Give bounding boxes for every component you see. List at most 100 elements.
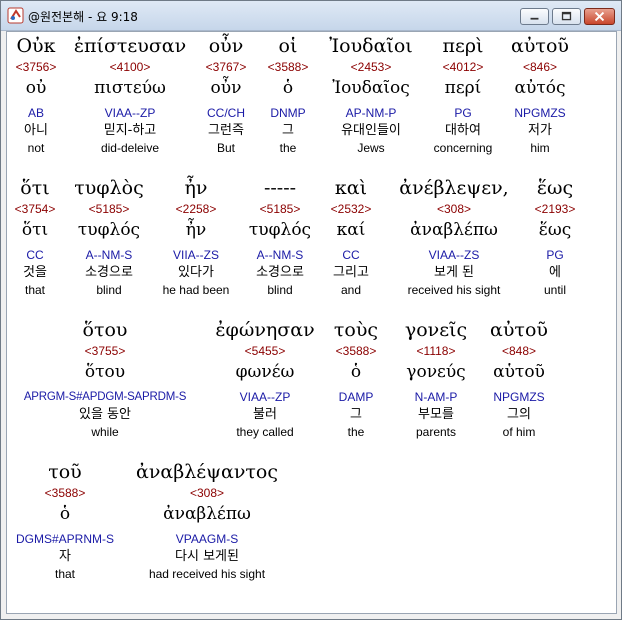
word-cell[interactable]: Οὐκ <3756> οὐ AB 아니 not (7, 32, 65, 156)
greek-word: οὖν (208, 35, 244, 57)
english-gloss: blind (96, 283, 122, 297)
parsing-code: NPGMZS (493, 390, 545, 404)
close-icon (594, 11, 605, 22)
korean-gloss: 믿지-하고 (103, 123, 157, 138)
parsing-code: DAMP (338, 390, 374, 404)
word-cell[interactable]: τυφλὸς <5185> τυφλός A--NM-S 소경으로 blind (63, 174, 155, 298)
word-cell[interactable]: αὐτοῦ <846> αὐτός NPGMZS 저가 him (503, 32, 577, 156)
word-cell[interactable]: ἀναβλέψαντος <308> ἀναβλέπω VPAAGM-S 다시 … (127, 458, 287, 582)
parsing-code: CC/CH (207, 106, 245, 120)
lemma-word: ἀναβλέπω (163, 504, 251, 524)
lemma-word: γονεύς (406, 362, 466, 382)
korean-gloss: 부모를 (418, 407, 454, 422)
minimize-button[interactable] (520, 8, 549, 25)
english-gloss: Jews (357, 141, 385, 155)
word-cell[interactable]: ἐφώνησαν <5455> φωνέω VIAA--ZP 불러 they c… (207, 316, 323, 440)
word-cell[interactable]: ὅτι <3754> ὅτι CC 것을 that (7, 174, 63, 298)
parsing-code: VIAA--ZP (239, 390, 291, 404)
greek-word: ὅτου (82, 319, 128, 341)
greek-word: τυφλὸς (74, 177, 144, 199)
greek-word: ὅτι (20, 177, 50, 199)
english-gloss: him (530, 141, 550, 155)
word-cell[interactable]: ἦν <2258> ἦν VIIA--ZS 있다가 he had been (155, 174, 237, 298)
strong-number: <3767> (205, 60, 247, 74)
english-gloss: blind (267, 283, 293, 297)
maximize-button[interactable] (552, 8, 581, 25)
english-gloss: parents (415, 425, 457, 439)
lemma-word: περί (444, 78, 482, 98)
english-gloss: and (340, 283, 362, 297)
english-gloss: not (27, 141, 45, 155)
parsing-code: N-AM-P (414, 390, 458, 404)
strong-number: <308> (189, 486, 225, 500)
greek-word: γονεῖς (404, 319, 468, 341)
greek-word: τοῦ (48, 461, 82, 483)
word-cell[interactable]: ----- <5185> τυφλός A--NM-S 소경으로 blind (237, 174, 323, 298)
korean-gloss: 에 (549, 265, 561, 280)
close-button[interactable] (584, 8, 615, 25)
interlinear-view[interactable]: Οὐκ <3756> οὐ AB 아니 not ἐπίστευσαν <4100… (6, 31, 617, 614)
word-cell[interactable]: περὶ <4012> περί PG 대하여 concerning (423, 32, 503, 156)
parsing-code: PG (454, 106, 472, 120)
parsing-code: VIIA--ZS (172, 248, 219, 262)
parsing-code: CC (26, 248, 44, 262)
korean-gloss: 그리고 (333, 265, 369, 280)
word-cell[interactable]: Ἰουδαῖοι <2453> Ἰουδαῖος AP-NM-P 유대인들이 J… (319, 32, 423, 156)
word-cell[interactable]: οἱ <3588> ὁ DNMP 그 the (257, 32, 319, 156)
word-cell[interactable]: τοὺς <3588> ὁ DAMP 그 the (323, 316, 389, 440)
word-cell[interactable]: αὐτοῦ <848> αὑτοῦ NPGMZS 그의 of him (483, 316, 555, 440)
strong-number: <3588> (44, 486, 86, 500)
lemma-word: Ἰουδαῖος (332, 78, 410, 98)
korean-gloss: 소경으로 (256, 265, 304, 280)
word-cell[interactable]: τοῦ <3588> ὁ DGMS#APRNM-S 자 that (7, 458, 123, 582)
lemma-word: ὅτι (21, 220, 49, 240)
lemma-word: τυφλός (77, 220, 141, 240)
word-cell[interactable]: γονεῖς <1118> γονεύς N-AM-P 부모를 parents (389, 316, 483, 440)
app-window: @원전본해 - 요 9:18 Οὐκ <3756> οὐ AB 아니 not ἐ… (0, 0, 622, 620)
korean-gloss: 있다가 (178, 265, 214, 280)
korean-gloss: 대하여 (445, 123, 481, 138)
greek-word: ἀνέβλεψεν, (399, 177, 509, 199)
parsing-code: AP-NM-P (345, 106, 397, 120)
word-cell[interactable]: ἀνέβλεψεν, <308> ἀναβλέπω VIAA--ZS 보게 된 … (379, 174, 529, 298)
lemma-word: ἀναβλέπω (410, 220, 498, 240)
lemma-word: πιστεύω (94, 78, 166, 98)
lemma-word: ὅτου (84, 362, 126, 382)
lemma-word: φωνέω (235, 362, 295, 382)
greek-word: περὶ (442, 35, 484, 57)
maximize-icon (561, 11, 572, 21)
strong-number: <5455> (244, 344, 286, 358)
lemma-word: ἦν (185, 220, 207, 240)
parsing-code: AB (27, 106, 44, 120)
korean-gloss: 저가 (528, 123, 552, 138)
korean-gloss: 그 (350, 407, 362, 422)
lemma-word: ὁ (350, 362, 362, 382)
english-gloss: while (91, 425, 119, 439)
parsing-code: A--NM-S (256, 248, 304, 262)
strong-number: <3756> (15, 60, 57, 74)
word-cell[interactable]: οὖν <3767> οὖν CC/CH 그런즉 But (195, 32, 257, 156)
greek-word: αὐτοῦ (511, 35, 569, 57)
lemma-word: αὐτός (514, 78, 566, 98)
greek-word: τοὺς (333, 319, 379, 341)
parsing-code: APRGM-S#APDGM-SAPRDM-S (23, 391, 187, 403)
english-gloss: that (24, 283, 45, 297)
korean-gloss: 소경으로 (85, 265, 133, 280)
english-gloss: they called (236, 425, 294, 439)
greek-word: Ἰουδαῖοι (329, 35, 413, 57)
word-cell[interactable]: ἕως <2193> ἕως PG 에 until (529, 174, 581, 298)
word-cell[interactable]: ἐπίστευσαν <4100> πιστεύω VIAA--ZP 믿지-하고… (65, 32, 195, 156)
parsing-code: VIAA--ZP (104, 106, 156, 120)
strong-number: <2258> (175, 202, 217, 216)
english-gloss: of him (502, 425, 536, 439)
window-title: @원전본해 - 요 9:18 (28, 10, 138, 24)
greek-word: ἐφώνησαν (215, 319, 315, 341)
parsing-code: A--NM-S (85, 248, 133, 262)
korean-gloss: 것을 (23, 265, 47, 280)
word-cell[interactable]: καὶ <2532> καί CC 그리고 and (323, 174, 379, 298)
word-cell[interactable]: ὅτου <3755> ὅτου APRGM-S#APDGM-SAPRDM-S … (7, 316, 203, 440)
korean-gloss: 그런즉 (208, 123, 244, 138)
title-bar[interactable]: @원전본해 - 요 9:18 (1, 1, 621, 31)
greek-word: ἀναβλέψαντος (136, 461, 278, 483)
lemma-word: ἕως (538, 220, 572, 240)
